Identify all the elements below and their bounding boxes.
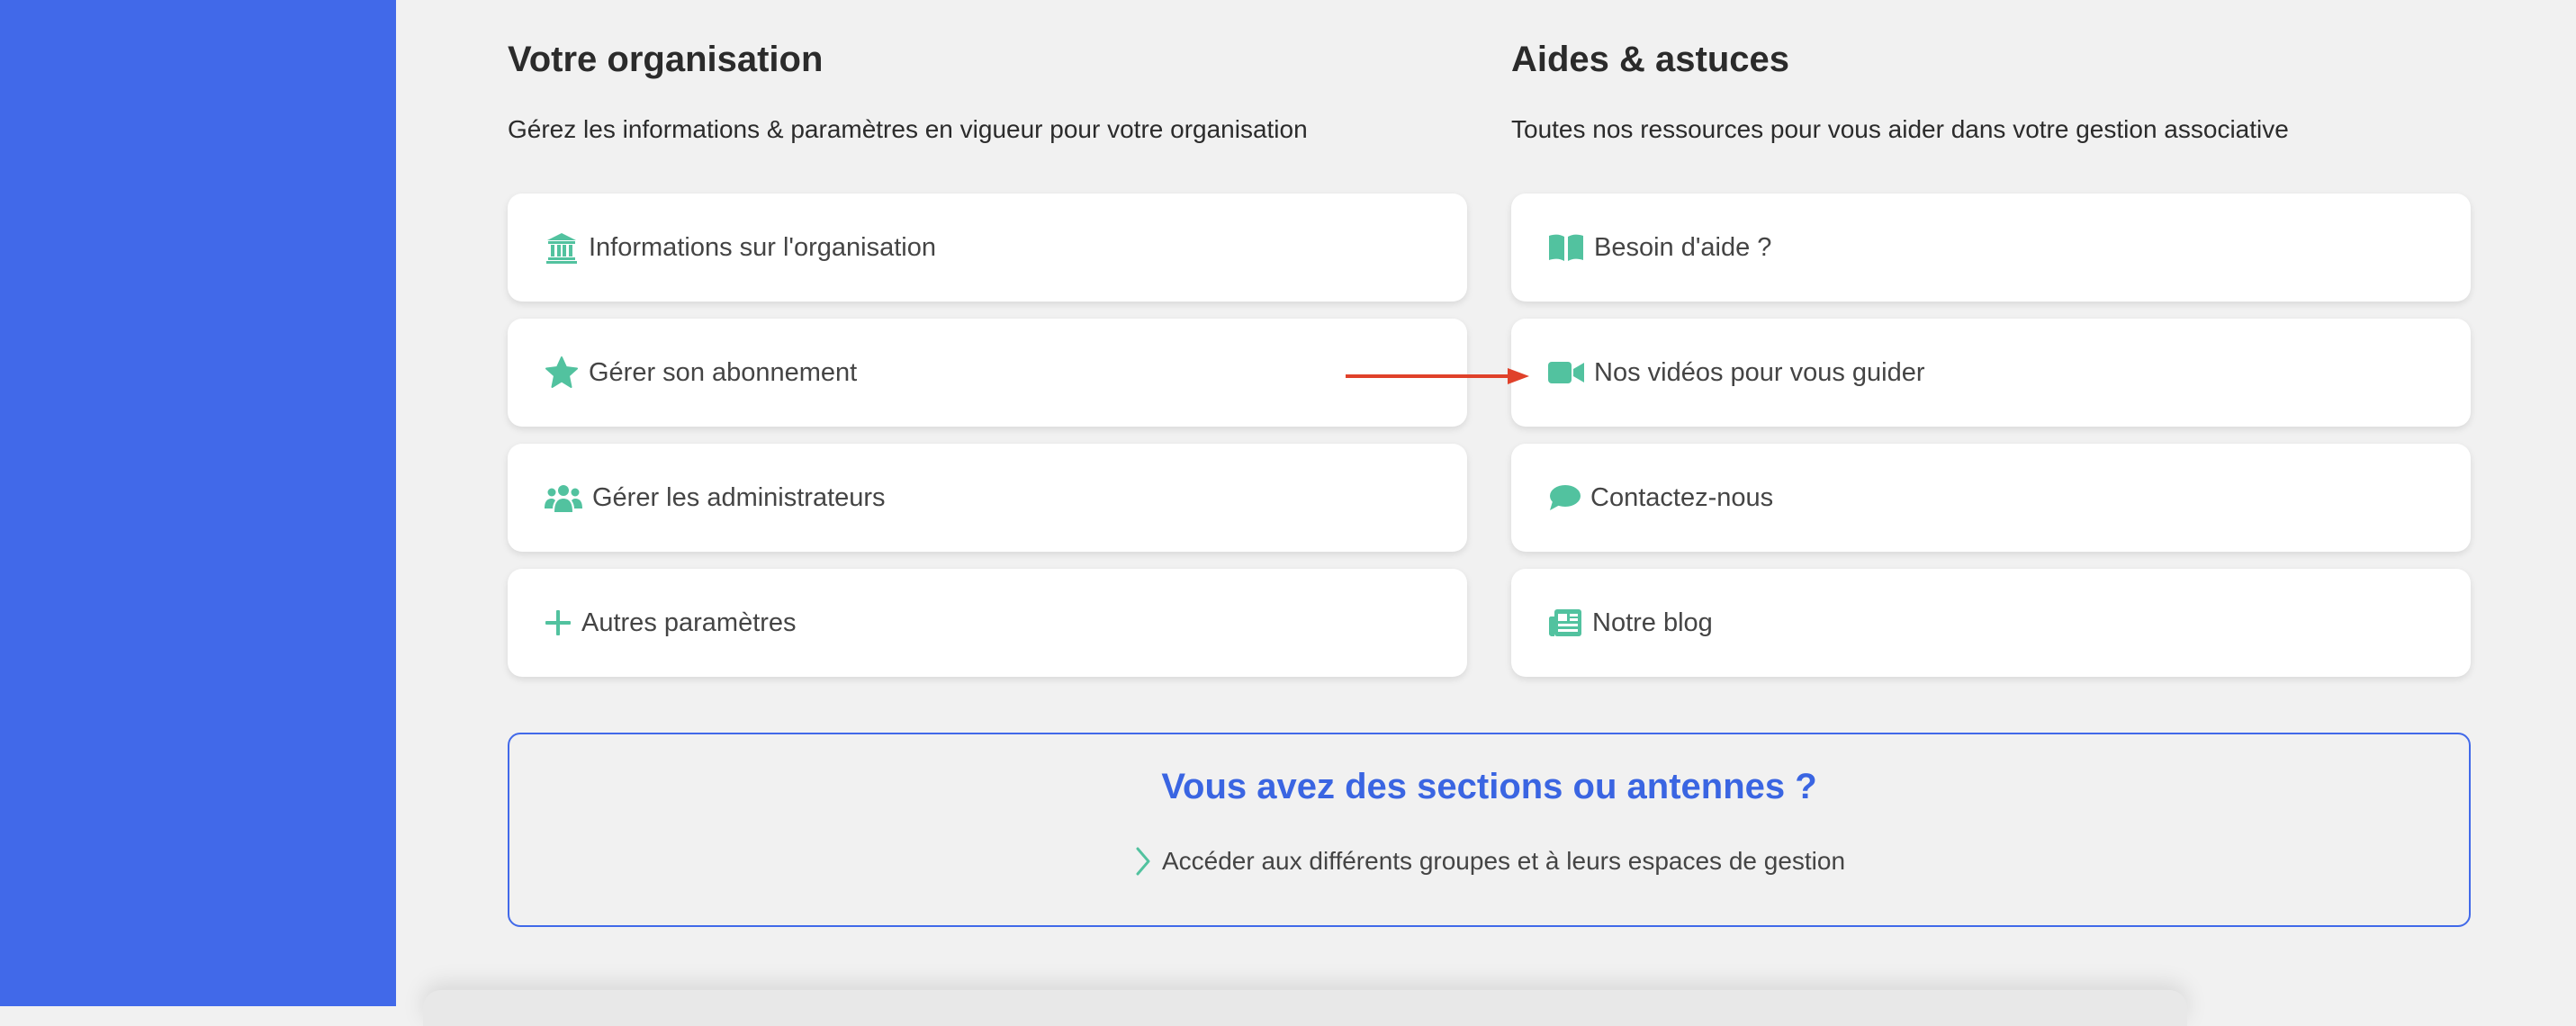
- manage-admins-card[interactable]: Gérer les administrateurs: [508, 444, 1467, 552]
- users-icon: [544, 480, 583, 516]
- other-settings-card[interactable]: Autres paramètres: [508, 569, 1467, 677]
- contact-label: Contactez-nous: [1590, 482, 1774, 512]
- video-camera-icon: [1547, 355, 1585, 391]
- sections-access-label: Accéder aux différents groupes et à leur…: [1161, 847, 1846, 875]
- organisation-subtitle: Gérez les informations & paramètres en v…: [508, 115, 1308, 143]
- plus-icon: [544, 605, 572, 641]
- manage-subscription-label: Gérer son abonnement: [589, 357, 858, 387]
- annotation-arrow: [1346, 368, 1529, 384]
- contact-card[interactable]: Contactez-nous: [1511, 444, 2471, 552]
- institution-icon: [544, 230, 580, 266]
- organisation-info-label: Informations sur l'organisation: [589, 232, 936, 262]
- videos-card[interactable]: Nos vidéos pour vous guider: [1511, 319, 2471, 427]
- organisation-title: Votre organisation: [508, 40, 824, 79]
- organisation-info-card[interactable]: Informations sur l'organisation: [508, 194, 1467, 302]
- need-help-card[interactable]: Besoin d'aide ?: [1511, 194, 2471, 302]
- chat-bubble-icon: [1547, 480, 1581, 516]
- manage-subscription-card[interactable]: Gérer son abonnement: [508, 319, 1467, 427]
- star-icon: [544, 355, 580, 391]
- other-settings-label: Autres paramètres: [581, 608, 797, 637]
- sections-panel: Vous avez des sections ou antennes ? Acc…: [508, 733, 2471, 927]
- main-content: Votre organisation Gérez les information…: [396, 0, 2576, 1026]
- help-subtitle: Toutes nos ressources pour vous aider da…: [1511, 115, 2289, 143]
- sections-title: Vous avez des sections ou antennes ?: [1161, 767, 1817, 806]
- chevron-right-icon: [1133, 846, 1153, 877]
- bottom-panel-edge: [423, 990, 2187, 1026]
- help-title: Aides & astuces: [1511, 40, 1790, 79]
- newspaper-icon: [1547, 605, 1583, 641]
- sidebar: [0, 0, 396, 1006]
- sections-access-link[interactable]: Accéder aux différents groupes et à leur…: [509, 846, 2469, 877]
- videos-label: Nos vidéos pour vous guider: [1594, 357, 1925, 387]
- blog-card[interactable]: Notre blog: [1511, 569, 2471, 677]
- book-icon: [1547, 230, 1585, 266]
- manage-admins-label: Gérer les administrateurs: [592, 482, 886, 512]
- blog-label: Notre blog: [1592, 608, 1713, 637]
- need-help-label: Besoin d'aide ?: [1594, 232, 1772, 262]
